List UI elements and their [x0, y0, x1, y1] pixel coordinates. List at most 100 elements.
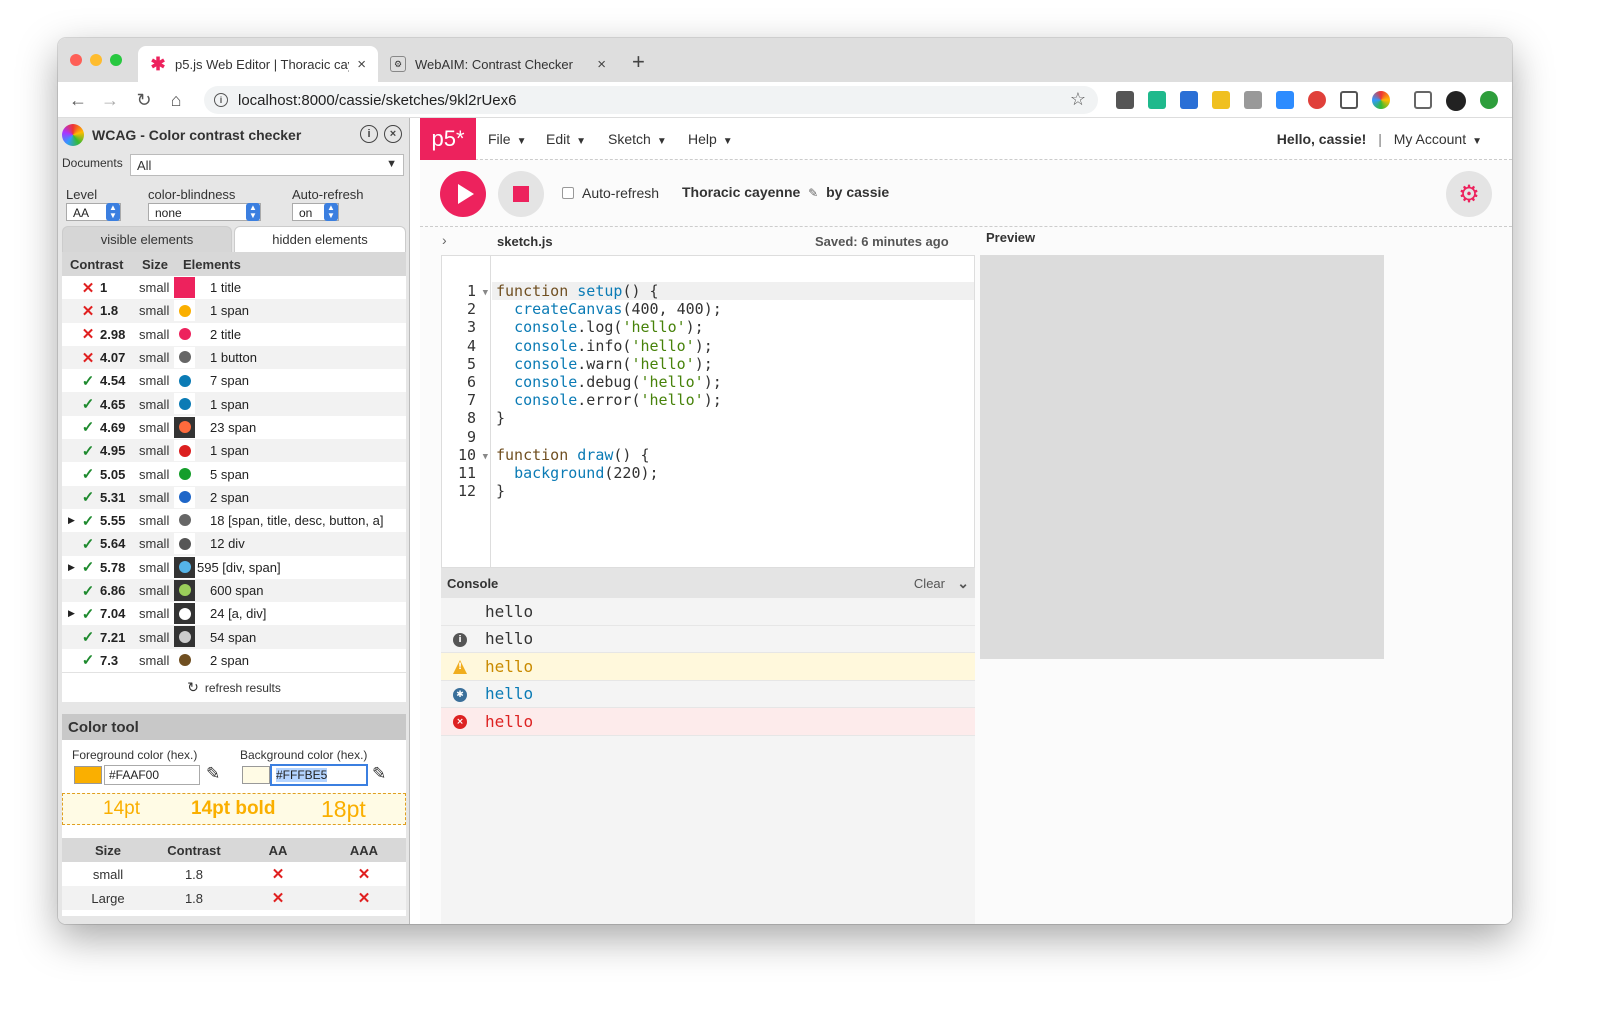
- close-icon[interactable]: ×: [384, 125, 402, 143]
- stop-button[interactable]: [498, 171, 544, 217]
- contrast-row[interactable]: ▶ ✓ 7.04 small 24 [a, div]: [62, 602, 406, 625]
- code-line: createCanvas(400, 400);: [514, 300, 722, 319]
- info-icon[interactable]: i: [360, 125, 378, 143]
- menu-help[interactable]: Help ▼: [688, 131, 733, 147]
- expand-triangle-icon[interactable]: ▶: [68, 562, 75, 573]
- contrast-row[interactable]: ✓ 6.86 small 600 span: [62, 578, 406, 603]
- fg-hex-input[interactable]: #FAAF00: [104, 765, 200, 785]
- color-swatch: [174, 556, 195, 578]
- fold-arrow-icon[interactable]: ▼: [483, 284, 488, 302]
- documents-select[interactable]: All ▼: [130, 154, 404, 176]
- menu-edit-label: Edit: [546, 131, 571, 147]
- play-icon: [457, 184, 474, 204]
- tab-p5-editor[interactable]: ✱ p5.js Web Editor | Thoracic cay ×: [138, 46, 378, 82]
- expand-triangle-icon[interactable]: ▶: [68, 515, 75, 526]
- fg-swatch[interactable]: [74, 766, 102, 784]
- autorefresh-select[interactable]: on ▲ ▼: [292, 203, 339, 221]
- autorefresh-checkbox[interactable]: [562, 187, 574, 199]
- fail-cross-icon: ✕: [81, 349, 95, 367]
- my-account-menu[interactable]: My Account ▼: [1394, 131, 1482, 147]
- caret-down-icon: ▼: [516, 136, 527, 147]
- os-extension-icon[interactable]: [1244, 91, 1262, 109]
- avatar[interactable]: [1446, 91, 1466, 111]
- hummingbird-extension-icon[interactable]: [1148, 91, 1166, 109]
- contrast-row[interactable]: ✕ 1 small 1 title: [62, 276, 406, 299]
- contrast-row[interactable]: ✕ 2.98 small 2 title: [62, 323, 406, 346]
- forward-icon[interactable]: →: [98, 88, 122, 112]
- menu-sketch[interactable]: Sketch ▼: [608, 131, 667, 147]
- menu-file[interactable]: File ▼: [488, 131, 526, 147]
- contrast-row[interactable]: ✕ 1.8 small 1 span: [62, 299, 406, 323]
- refresh-results-button[interactable]: ↻ refresh results: [62, 672, 406, 703]
- size-value: small: [139, 443, 170, 459]
- colorblind-select[interactable]: none ▲ ▼: [148, 203, 261, 221]
- code-editor[interactable]: 1 ▼ 2 3 4 5 6 7 8 9 10 ▼ 11 12 function setup() { cre…: [441, 255, 975, 568]
- sticky-notes-extension-icon[interactable]: [1212, 91, 1230, 109]
- pocket-extension-icon[interactable]: [1340, 91, 1358, 109]
- chevron-right-icon[interactable]: ›: [442, 232, 447, 248]
- result-row: small 1.8 ✕ ✕: [62, 862, 406, 886]
- tab-webaim[interactable]: ⚙ WebAIM: Contrast Checker ×: [378, 46, 618, 82]
- new-tab-icon[interactable]: +: [632, 51, 645, 73]
- level-select[interactable]: AA ▲ ▼: [66, 203, 121, 221]
- adblock-extension-icon[interactable]: [1308, 91, 1326, 109]
- sketch-title[interactable]: Thoracic cayenne ✎ by cassie: [682, 184, 889, 200]
- bg-eyedropper-icon[interactable]: ✎: [372, 764, 386, 784]
- maximize-window-button[interactable]: [110, 54, 122, 66]
- size-value: small: [139, 303, 170, 319]
- chevron-down-icon[interactable]: ⌄: [957, 575, 969, 592]
- zoom-extension-icon[interactable]: [1276, 91, 1294, 109]
- update-icon[interactable]: [1480, 91, 1498, 109]
- contrast-row[interactable]: ▶ ✓ 5.78 small 595 [div, span]: [62, 556, 406, 579]
- cast-icon[interactable]: [1414, 91, 1432, 109]
- expand-triangle-icon[interactable]: ▶: [68, 608, 75, 619]
- clear-console-button[interactable]: Clear: [914, 576, 945, 591]
- wcag-extension-icon[interactable]: [1372, 91, 1390, 109]
- close-tab-icon[interactable]: ×: [597, 56, 606, 73]
- contrast-row[interactable]: ✓ 4.54 small 7 span: [62, 369, 406, 392]
- contrast-row[interactable]: ✓ 4.69 small 23 span: [62, 416, 406, 439]
- contrast-row[interactable]: ▶ ✓ 5.55 small 18 [span, title, desc, button…: [62, 509, 406, 532]
- wcag-title: WCAG - Color contrast checker: [92, 127, 302, 143]
- fg-eyedropper-icon[interactable]: ✎: [206, 764, 220, 784]
- bg-hex-input[interactable]: #FFFBE5: [270, 764, 368, 786]
- contrast-row[interactable]: ✓ 5.05 small 5 span: [62, 462, 406, 485]
- home-icon[interactable]: ⌂: [164, 88, 188, 112]
- tab-hidden-elements[interactable]: hidden elements: [234, 226, 406, 252]
- contrast-row[interactable]: ✓ 7.3 small 2 span: [62, 649, 406, 672]
- close-window-button[interactable]: [70, 54, 82, 66]
- play-button[interactable]: [440, 171, 486, 217]
- vuejs-extension-icon[interactable]: [1180, 91, 1198, 109]
- contrast-row[interactable]: ✓ 4.65 small 1 span: [62, 392, 406, 416]
- contrast-row[interactable]: ✓ 7.21 small 54 span: [62, 625, 406, 649]
- size-value: small: [139, 466, 170, 482]
- address-bar[interactable]: i localhost:8000/cassie/sketches/9kl2rUe…: [204, 86, 1098, 114]
- contrast-row[interactable]: ✓ 5.31 small 2 span: [62, 485, 406, 509]
- p5-nav: p5* File ▼ Edit ▼ Sketch ▼ Help ▼ Hello, cas…: [420, 118, 1512, 160]
- site-info-icon[interactable]: i: [214, 93, 228, 107]
- back-icon[interactable]: ←: [66, 88, 90, 112]
- pencil-icon[interactable]: ✎: [808, 186, 818, 200]
- tab-visible-elements[interactable]: visible elements: [62, 226, 232, 252]
- eyedropper-extension-icon[interactable]: [1116, 91, 1134, 109]
- color-dot: [178, 607, 191, 620]
- contrast-row[interactable]: ✓ 5.64 small 12 div: [62, 532, 406, 556]
- bg-swatch[interactable]: [242, 766, 270, 784]
- p5-logo[interactable]: p5*: [420, 118, 476, 160]
- fold-arrow-icon[interactable]: ▼: [483, 448, 488, 466]
- contrast-row[interactable]: ✕ 4.07 small 1 button: [62, 345, 406, 370]
- autorefresh-toggle[interactable]: Auto-refresh: [562, 185, 659, 201]
- preview-14pt-bold: 14pt bold: [191, 798, 276, 819]
- settings-button[interactable]: ⚙: [1446, 171, 1492, 217]
- contrast-row[interactable]: ✓ 4.95 small 1 span: [62, 439, 406, 463]
- minimize-window-button[interactable]: [90, 54, 102, 66]
- contrast-rows: ✕ 1 small 1 title ✕ 1.8 small 1 span ✕ 2.98 small 2…: [62, 276, 406, 672]
- sketch-canvas[interactable]: [980, 255, 1384, 659]
- reload-icon[interactable]: ↻: [132, 88, 156, 112]
- fg-label: Foreground color (hex.): [72, 748, 198, 762]
- close-tab-icon[interactable]: ×: [357, 56, 366, 73]
- bookmark-star-icon[interactable]: ☆: [1070, 89, 1086, 110]
- colorblind-label: color-blindness: [148, 187, 236, 202]
- menu-edit[interactable]: Edit ▼: [546, 131, 586, 147]
- contrast-value: 5.78: [100, 559, 126, 575]
